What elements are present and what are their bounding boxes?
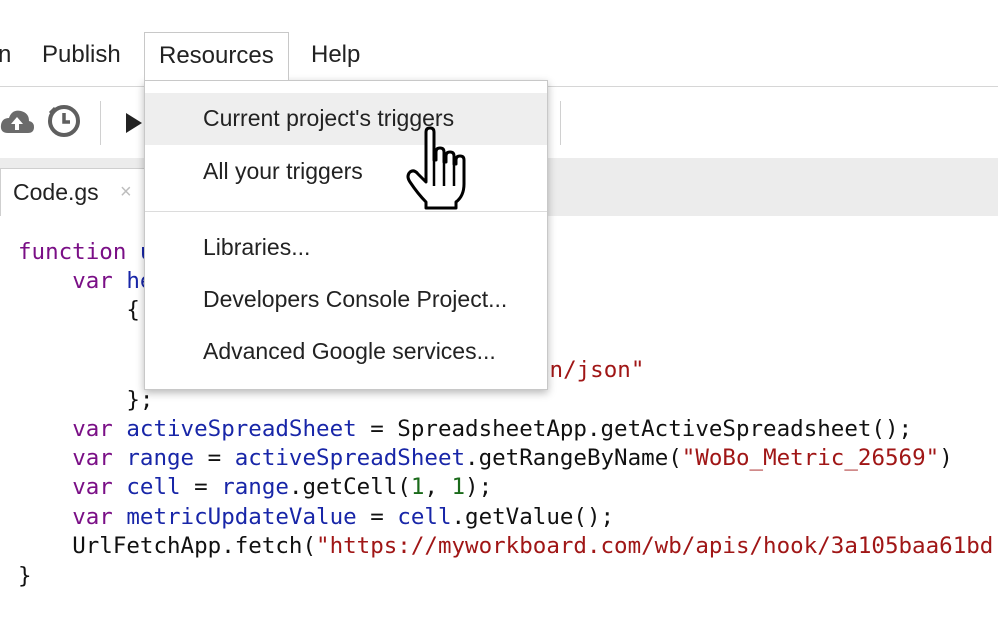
menu-item-current-project-triggers[interactable]: Current project's triggers: [145, 93, 547, 145]
code-line: {: [126, 297, 140, 323]
close-icon[interactable]: ×: [120, 181, 132, 204]
toolbar-divider: [100, 101, 101, 145]
menu-item-label: Libraries...: [203, 234, 311, 260]
menu-item-libraries[interactable]: Libraries...: [145, 222, 547, 274]
menu-resources[interactable]: Resources: [144, 32, 289, 80]
code-line: var cell = range.getCell(1, 1);: [72, 474, 493, 500]
menu-item-label: All your triggers: [203, 158, 363, 184]
clock-icon[interactable]: [46, 103, 82, 144]
menu-run[interactable]: n: [0, 40, 11, 70]
code-line: function u: [18, 239, 153, 265]
code-line: var range = activeSpreadSheet.getRangeBy…: [72, 445, 953, 471]
menu-item-label: Developers Console Project...: [203, 286, 508, 312]
code-line: var metricUpdateValue = cell.getValue();: [72, 504, 615, 530]
code-line: var activeSpreadSheet = SpreadsheetApp.g…: [72, 416, 913, 442]
tab-code-gs[interactable]: Code.gs ×: [0, 168, 150, 217]
menu-item-label: Advanced Google services...: [203, 338, 496, 364]
hand-pointer-icon: [404, 126, 474, 217]
code-line: UrlFetchApp.fetch("https://myworkboard.c…: [72, 533, 994, 559]
tab-label: Code.gs: [13, 179, 99, 205]
menubar: n Publish Resources Help: [0, 0, 998, 86]
play-icon[interactable]: [124, 111, 144, 140]
menu-help[interactable]: Help: [311, 40, 360, 70]
resources-dropdown: Current project's triggers All your trig…: [144, 80, 548, 390]
menu-item-developers-console-project[interactable]: Developers Console Project...: [145, 274, 547, 326]
code-line: var he: [72, 268, 154, 294]
menu-item-advanced-google-services[interactable]: Advanced Google services...: [145, 326, 547, 378]
cloud-upload-icon[interactable]: [0, 107, 34, 142]
menu-publish[interactable]: Publish: [42, 40, 121, 70]
code-line: }: [18, 563, 32, 589]
menu-item-all-your-triggers[interactable]: All your triggers: [145, 146, 547, 198]
toolbar-divider: [560, 101, 561, 145]
code-line: on/json": [536, 357, 645, 383]
code-line: };: [126, 387, 154, 413]
menu-separator: [145, 211, 547, 212]
